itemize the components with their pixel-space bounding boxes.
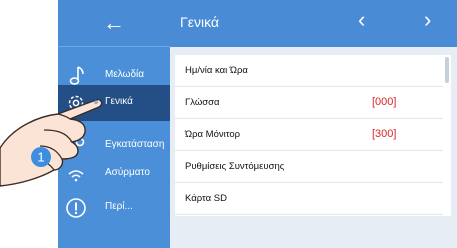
sidebar-item-label: Περί... — [105, 201, 133, 212]
sidebar-item-about[interactable]: Περί... — [58, 190, 170, 226]
settings-row-language[interactable]: Γλώσσα [000] — [175, 87, 443, 119]
settings-row-label: Ημ/νία και Ώρα — [185, 65, 248, 76]
chevron-right-icon[interactable]: › — [424, 9, 431, 31]
settings-row-monitor-time[interactable]: Ώρα Μόνιτορ [300] — [175, 119, 443, 151]
settings-row-label: Γλώσσα — [185, 97, 220, 108]
info-icon — [66, 198, 86, 218]
wrench-icon — [69, 137, 85, 153]
sidebar-item-wireless[interactable]: Ασύρματο — [58, 156, 170, 192]
header-bar: Γενικά ‹ › — [170, 0, 457, 47]
settings-row-label: Ρυθμίσεις Συντόμευσης — [185, 161, 285, 172]
sidebar: ← Μελωδία Γενικά Εγκατάσταση Ασύρματο Πε… — [58, 0, 170, 248]
step-badge: 1 — [31, 147, 51, 167]
sidebar-item-label: Γενικά — [105, 96, 133, 107]
gear-icon — [68, 95, 84, 111]
sidebar-item-label: Ασύρματο — [105, 167, 150, 178]
back-button[interactable]: ← — [58, 0, 170, 47]
settings-row-value: [300] — [372, 128, 397, 140]
page-title: Γενικά — [180, 14, 219, 30]
settings-list: Ημ/νία και Ώρα Γλώσσα [000] Ώρα Μόνιτορ … — [175, 55, 451, 216]
chevron-left-icon[interactable]: ‹ — [358, 9, 365, 31]
scrollbar[interactable] — [445, 57, 449, 83]
settings-row-sd-card[interactable]: Κάρτα SD — [175, 183, 443, 215]
settings-row-date-time[interactable]: Ημ/νία και Ώρα — [175, 55, 443, 87]
step-number: 1 — [37, 150, 44, 165]
settings-row-label: Κάρτα SD — [185, 193, 227, 204]
main-content: Γενικά ‹ › Ημ/νία και Ώρα Γλώσσα [000] Ώ… — [170, 0, 457, 248]
settings-row-label: Ώρα Μόνιτορ — [185, 129, 241, 140]
settings-row-shortcuts[interactable]: Ρυθμίσεις Συντόμευσης — [175, 151, 443, 183]
sidebar-item-general[interactable]: Γενικά — [58, 85, 170, 121]
sidebar-item-label: Μελωδία — [105, 69, 145, 80]
arrow-left-icon: ← — [103, 10, 125, 35]
settings-row-value: [000] — [372, 96, 397, 108]
sidebar-item-label: Εγκατάσταση — [105, 139, 165, 150]
wireless-icon — [68, 170, 84, 182]
